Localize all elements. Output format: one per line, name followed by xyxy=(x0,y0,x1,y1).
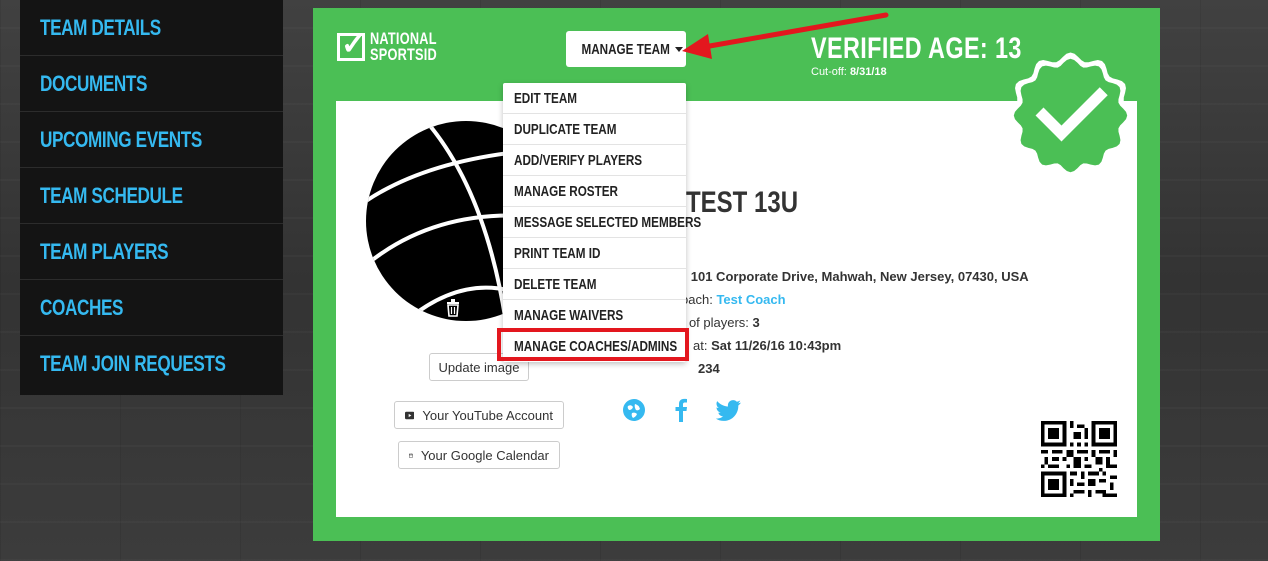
sidebar-item-label: COACHES xyxy=(40,294,124,320)
team-photo xyxy=(366,121,526,321)
created-label: at: xyxy=(693,338,708,353)
team-address: 101 Corporate Drive, Mahwah, New Jersey,… xyxy=(690,269,1029,284)
qr-code-icon xyxy=(1041,421,1117,497)
menu-item-label: MANAGE WAIVERS xyxy=(514,306,624,324)
manage-team-dropdown: EDIT TEAM DUPLICATE TEAM ADD/VERIFY PLAY… xyxy=(503,83,701,362)
menu-item-manage-roster[interactable]: MANAGE ROSTER xyxy=(503,176,686,207)
sidebar-item-label: DOCUMENTS xyxy=(40,70,148,96)
manage-team-button[interactable]: MANAGE TEAM xyxy=(566,31,686,67)
menu-item-label: DELETE TEAM xyxy=(514,275,597,293)
team-name: TEST 13U xyxy=(686,186,799,219)
coach-link[interactable]: Test Coach xyxy=(716,292,785,307)
logo-line2: SPORTSID xyxy=(370,45,437,64)
sidebar-item-coaches[interactable]: COACHES xyxy=(20,280,283,336)
menu-item-label: ADD/VERIFY PLAYERS xyxy=(514,151,643,169)
menu-item-print-team-id[interactable]: PRINT TEAM ID xyxy=(503,238,686,269)
sidebar-nav: TEAM DETAILS DOCUMENTS UPCOMING EVENTS T… xyxy=(20,0,283,395)
team-coach-line: oach: Test Coach xyxy=(681,292,786,307)
youtube-account-button[interactable]: Your YouTube Account xyxy=(394,401,564,429)
calendar-icon xyxy=(409,452,413,458)
menu-item-label: MANAGE ROSTER xyxy=(514,182,619,200)
sidebar-item-team-schedule[interactable]: TEAM SCHEDULE xyxy=(20,168,283,224)
logo-check-icon: ✓ xyxy=(341,28,367,61)
menu-item-label: MANAGE COACHES/ADMINS xyxy=(514,338,678,355)
youtube-icon xyxy=(405,411,415,419)
menu-item-add-verify-players[interactable]: ADD/VERIFY PLAYERS xyxy=(503,145,686,176)
globe-icon[interactable] xyxy=(622,398,646,422)
sidebar-item-team-details[interactable]: TEAM DETAILS xyxy=(20,0,283,56)
manage-team-label: MANAGE TEAM xyxy=(581,40,671,58)
facebook-icon[interactable] xyxy=(674,398,688,422)
google-calendar-label: Your Google Calendar xyxy=(420,447,549,463)
sidebar-item-team-join-requests[interactable]: TEAM JOIN REQUESTS xyxy=(20,336,283,392)
players-label: r of players: xyxy=(681,315,749,330)
team-id-card: ✓ NATIONAL SPORTSID MANAGE TEAM VERIFIED… xyxy=(313,8,1160,541)
menu-item-label: MESSAGE SELECTED MEMBERS xyxy=(514,213,702,231)
team-players-line: r of players: 3 xyxy=(681,315,760,330)
menu-item-manage-waivers[interactable]: MANAGE WAIVERS xyxy=(503,300,686,331)
caret-down-icon xyxy=(674,46,683,52)
players-count: 3 xyxy=(752,315,760,330)
team-id-line: 234 xyxy=(698,361,720,376)
sidebar-item-upcoming-events[interactable]: UPCOMING EVENTS xyxy=(20,112,283,168)
sidebar-item-label: TEAM SCHEDULE xyxy=(40,182,183,208)
sidebar-item-label: TEAM JOIN REQUESTS xyxy=(40,351,226,376)
verified-age-heading: VERIFIED AGE: 13 xyxy=(811,32,1022,65)
sidebar-item-label: UPCOMING EVENTS xyxy=(40,126,202,152)
cutoff-text: Cut-off: 8/31/18 xyxy=(811,66,887,78)
team-created-line: at: Sat 11/26/16 10:43pm xyxy=(693,338,841,353)
menu-item-edit-team[interactable]: EDIT TEAM xyxy=(503,83,686,114)
menu-item-label: EDIT TEAM xyxy=(514,89,578,107)
menu-item-message-selected-members[interactable]: MESSAGE SELECTED MEMBERS xyxy=(503,207,701,238)
cutoff-date: 8/31/18 xyxy=(849,66,887,78)
team-address-line: s: 101 Corporate Drive, Mahwah, New Jers… xyxy=(677,269,1029,284)
sidebar-item-label: TEAM PLAYERS xyxy=(40,238,169,264)
google-calendar-button[interactable]: Your Google Calendar xyxy=(398,441,560,469)
youtube-account-label: Your YouTube Account xyxy=(422,407,553,423)
menu-item-duplicate-team[interactable]: DUPLICATE TEAM xyxy=(503,114,686,145)
menu-item-label: PRINT TEAM ID xyxy=(514,244,601,262)
menu-item-label: DUPLICATE TEAM xyxy=(514,120,617,138)
sidebar-item-team-players[interactable]: TEAM PLAYERS xyxy=(20,224,283,280)
verified-badge-icon xyxy=(1007,52,1134,179)
cutoff-prefix: Cut-off: xyxy=(811,66,847,78)
team-id-value: 234 xyxy=(698,361,720,376)
menu-item-delete-team[interactable]: DELETE TEAM xyxy=(503,269,686,300)
sidebar-item-documents[interactable]: DOCUMENTS xyxy=(20,56,283,112)
sidebar-item-label: TEAM DETAILS xyxy=(40,14,161,40)
created-date: Sat 11/26/16 10:43pm xyxy=(711,338,842,353)
national-sportsid-logo: ✓ NATIONAL SPORTSID xyxy=(337,30,447,64)
twitter-icon[interactable] xyxy=(716,400,742,421)
seal-fill xyxy=(1013,58,1128,173)
menu-item-manage-coaches-admins[interactable]: MANAGE COACHES/ADMINS xyxy=(503,331,686,362)
